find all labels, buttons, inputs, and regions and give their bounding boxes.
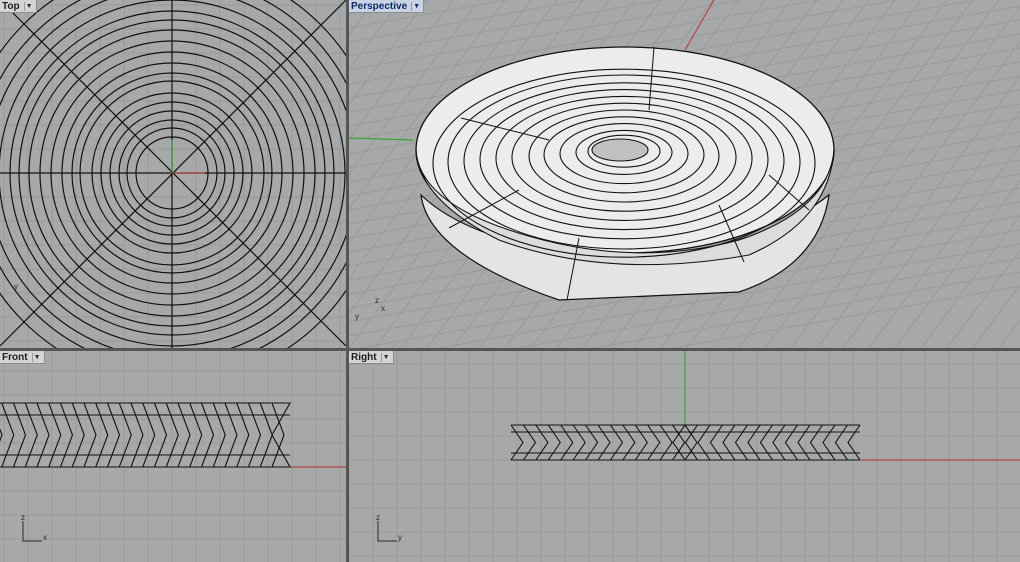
top-view-canvas[interactable] <box>0 0 346 348</box>
axis-widget: y <box>14 282 18 291</box>
chevron-down-icon[interactable]: ▼ <box>23 1 34 11</box>
axis-glyph-icon <box>22 521 42 542</box>
inner-hole <box>591 138 649 162</box>
y-axis-line <box>349 137 414 141</box>
axis-label-x: x <box>381 304 385 313</box>
axis-widget: z y <box>373 513 409 545</box>
viewport-tab-perspective[interactable]: Perspective ▼ <box>349 0 425 13</box>
right-view-canvas[interactable] <box>349 351 1020 562</box>
viewport-front[interactable]: Front ▼ z x <box>0 351 346 562</box>
perspective-model <box>415 46 835 301</box>
viewport-top[interactable]: Top ▼ y <box>0 0 346 348</box>
axis-widget: z x y <box>355 296 395 326</box>
viewport-tab-right[interactable]: Right ▼ <box>349 351 394 364</box>
viewport-label: Top <box>2 0 20 12</box>
axis-label-y: y <box>355 312 359 321</box>
axis-widget: z x <box>18 513 54 545</box>
viewport-tab-front[interactable]: Front ▼ <box>0 351 45 364</box>
chevron-down-icon[interactable]: ▼ <box>411 1 421 11</box>
axis-glyph-icon <box>377 521 397 542</box>
chevron-down-icon[interactable]: ▼ <box>31 352 42 362</box>
viewport-right[interactable]: Right ▼ z y <box>349 351 1020 562</box>
viewport-label: Perspective <box>351 0 408 12</box>
chevron-down-icon[interactable]: ▼ <box>380 352 391 362</box>
viewport-label: Right <box>351 351 377 363</box>
viewport-perspective[interactable]: Perspective ▼ z x y <box>349 0 1020 348</box>
axis-label-z: z <box>375 296 379 305</box>
viewport-label: Front <box>2 351 28 363</box>
perspective-view-canvas[interactable] <box>349 0 1020 348</box>
axis-label-y: y <box>14 282 18 291</box>
viewport-tab-top[interactable]: Top ▼ <box>0 0 37 13</box>
front-profile <box>0 402 291 468</box>
